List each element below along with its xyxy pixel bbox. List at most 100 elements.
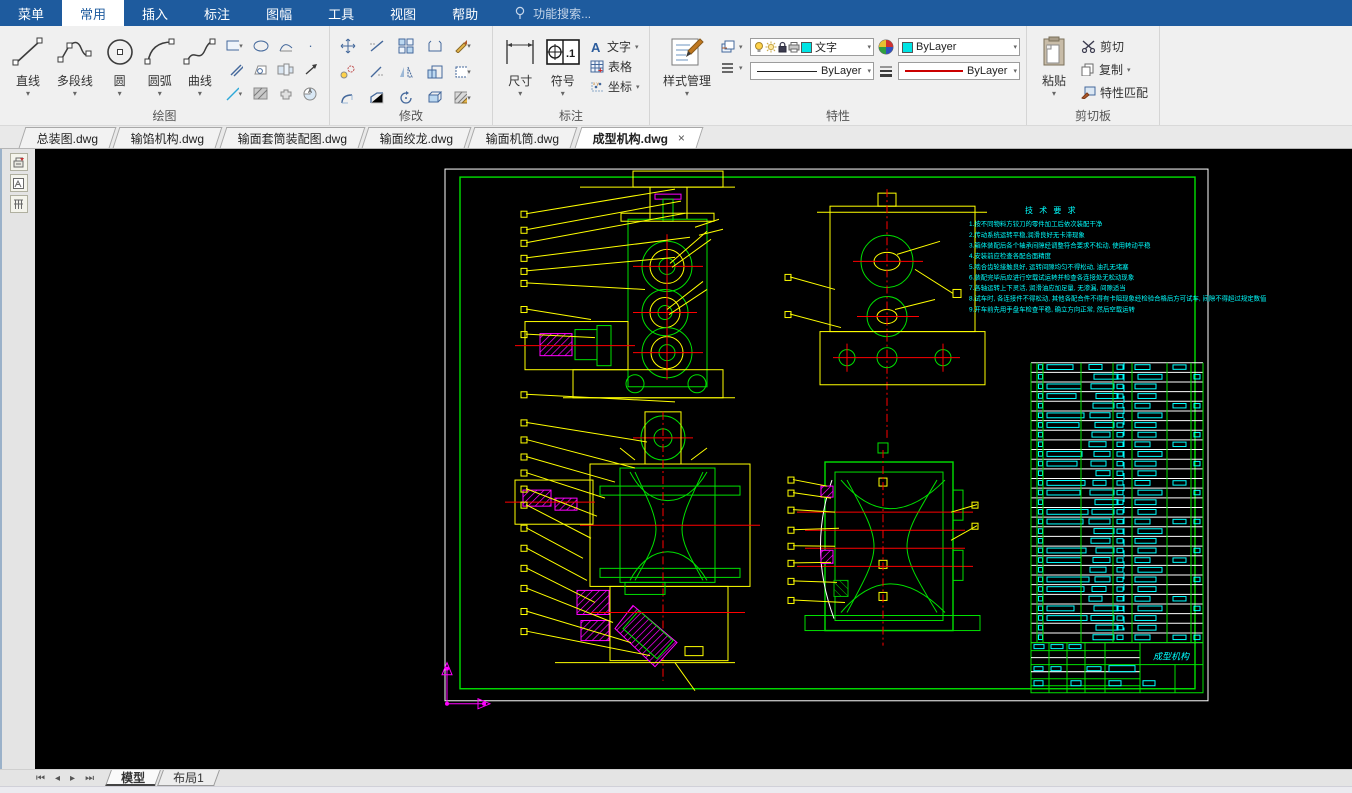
chevron-down-icon[interactable]: ▾	[561, 91, 565, 97]
break-icon[interactable]	[367, 36, 386, 55]
solid-icon[interactable]	[276, 60, 295, 79]
menu-item-view[interactable]: 视图	[372, 0, 434, 26]
svg-text:1.按不同物料方铰刀的零件加工后依次装配干净: 1.按不同物料方铰刀的零件加工后依次装配干净	[969, 219, 1103, 228]
match-properties-button[interactable]: 特性匹配	[1081, 84, 1148, 101]
chevron-down-icon[interactable]: ▾	[158, 91, 162, 97]
clip-icon[interactable]	[425, 36, 444, 55]
mirror-icon[interactable]	[396, 62, 415, 81]
lock-icon	[777, 41, 788, 53]
multiline-icon[interactable]	[226, 60, 245, 79]
construction-line-icon[interactable]: ▾	[226, 84, 245, 103]
array-icon[interactable]	[396, 36, 415, 55]
search-placeholder: 功能搜索...	[533, 5, 591, 22]
offset-icon[interactable]	[338, 62, 357, 81]
menu-item-insert[interactable]: 插入	[124, 0, 186, 26]
menu-item-help[interactable]: 帮助	[434, 0, 496, 26]
color-wheel-icon[interactable]	[878, 39, 894, 55]
next-tab-icon[interactable]: ▸	[70, 773, 75, 784]
explode-icon[interactable]: ▾	[454, 88, 473, 107]
edit-icon[interactable]: ▾	[454, 36, 473, 55]
doc-tab-shumianjitong[interactable]: 输面机筒.dwg	[468, 127, 578, 148]
doc-tab-shuxianjigou[interactable]: 输馅机构.dwg	[113, 127, 223, 148]
chevron-down-icon[interactable]: ▾	[1013, 67, 1017, 75]
function-search[interactable]: 功能搜索...	[514, 0, 591, 26]
chevron-down-icon[interactable]: ▾	[118, 91, 122, 97]
chevron-down-icon[interactable]: ▾	[1052, 91, 1056, 97]
polyline-button[interactable]: 多段线 ▾	[50, 30, 100, 108]
circle-button[interactable]: 圆 ▾	[100, 30, 140, 108]
cut-button[interactable]: 剪切	[1081, 38, 1148, 55]
3d-rotate-icon[interactable]	[425, 88, 444, 107]
chevron-down-icon[interactable]: ▾	[1013, 43, 1017, 51]
svg-text:x y: x y	[593, 81, 600, 86]
scale-icon[interactable]	[425, 62, 444, 81]
move-icon[interactable]	[338, 36, 357, 55]
style-manager-button[interactable]: 样式管理 ▾	[656, 30, 718, 108]
svg-text:6.装配完毕后应进行空载试运转并检查各连接处无松动现象: 6.装配完毕后应进行空载试运转并检查各连接处无松动现象	[969, 272, 1135, 281]
coordinate-button[interactable]: x y 坐标▾	[590, 78, 643, 95]
prev-tab-icon[interactable]: ◂	[55, 773, 60, 784]
arc-button[interactable]: 圆弧 ▾	[140, 30, 180, 108]
menu-item-tools[interactable]: 工具	[310, 0, 372, 26]
spline-button[interactable]: 曲线 ▾	[180, 30, 220, 108]
drawing-canvas[interactable]: 技 术 要 求1.按不同物料方铰刀的零件加工后依次装配干净2.传动系统运转平稳,…	[35, 149, 1352, 769]
linetype-manager-button[interactable]: ▾	[720, 62, 746, 74]
close-icon[interactable]: ×	[678, 131, 685, 145]
rectangle-icon[interactable]: ▾	[226, 36, 245, 55]
region-icon[interactable]	[251, 60, 270, 79]
menu-item-sheet[interactable]: 图幅	[248, 0, 310, 26]
last-tab-icon[interactable]: ⏭	[85, 773, 94, 784]
wipeout-icon[interactable]: A	[301, 84, 320, 103]
leader-icon[interactable]	[301, 60, 320, 79]
menu-item-annotate[interactable]: 标注	[186, 0, 248, 26]
dimension-button[interactable]: 尺寸 ▾	[499, 30, 541, 108]
hatch-icon[interactable]	[251, 84, 270, 103]
cad-drawing[interactable]: 技 术 要 求1.按不同物料方铰刀的零件加工后依次装配干净2.传动系统运转平稳,…	[35, 149, 1352, 769]
layer-tools-button[interactable]: ▾	[720, 40, 746, 54]
palette-tool-icon[interactable]	[10, 153, 28, 171]
search-icon	[514, 6, 526, 20]
table-button[interactable]: + 表格	[590, 58, 643, 75]
chevron-down-icon[interactable]: ▾	[685, 91, 689, 97]
chevron-down-icon[interactable]: ▾	[73, 91, 77, 97]
doc-tab-chengxingjigou[interactable]: 成型机构.dwg ×	[574, 127, 703, 148]
layer-combo[interactable]: 文字 ▾	[750, 38, 874, 56]
ellipse-icon[interactable]	[251, 36, 270, 55]
fillet-icon[interactable]	[338, 88, 357, 107]
layer-tools-icon	[720, 40, 735, 54]
point-icon[interactable]: ·	[301, 36, 320, 55]
fit-curve-icon[interactable]	[276, 36, 295, 55]
color-combo[interactable]: ByLayer ▾	[898, 38, 1020, 56]
paste-button[interactable]: 粘贴 ▾	[1033, 30, 1075, 108]
stretch-icon[interactable]: ▾	[454, 62, 473, 81]
block-icon[interactable]	[276, 84, 295, 103]
layout-tab-bar: ⏮ ◂ ▸ ⏭ 模型 布局1	[0, 769, 1352, 786]
chamfer-icon[interactable]	[367, 88, 386, 107]
lineweight-combo[interactable]: ByLayer ▾	[898, 62, 1020, 80]
doc-tab-shumiantaotong[interactable]: 输面套筒装配图.dwg	[219, 127, 365, 148]
extend-icon[interactable]	[367, 62, 386, 81]
symbol-button[interactable]: .1 符号 ▾	[541, 30, 583, 108]
palette-library-icon[interactable]	[10, 174, 28, 192]
palette-grid-icon[interactable]	[10, 195, 28, 213]
chevron-down-icon[interactable]: ▾	[867, 67, 871, 75]
linetype-combo[interactable]: ByLayer ▾	[750, 62, 874, 80]
menu-item-home[interactable]: 常用	[62, 0, 124, 26]
lineweight-icon[interactable]	[878, 64, 894, 78]
chevron-down-icon[interactable]: ▾	[26, 91, 30, 97]
text-button[interactable]: A 文字▾	[590, 38, 643, 55]
svg-text:5.啮合齿轮接触良好, 运转间隙均匀不得松动, 油孔无堵塞: 5.啮合齿轮接触良好, 运转间隙均匀不得松动, 油孔无堵塞	[969, 262, 1129, 271]
doc-tab-shumianjiaolong[interactable]: 输面绞龙.dwg	[362, 127, 472, 148]
copy-button[interactable]: 复制▾	[1081, 61, 1148, 78]
model-tab[interactable]: 模型	[105, 770, 161, 786]
layout1-tab[interactable]: 布局1	[157, 770, 220, 786]
chevron-down-icon[interactable]: ▾	[867, 43, 871, 51]
chevron-down-icon[interactable]: ▾	[518, 91, 522, 97]
doc-tab-zhuangtu[interactable]: 总装图.dwg	[19, 127, 117, 148]
first-tab-icon[interactable]: ⏮	[36, 773, 45, 784]
copy-label: 复制	[1099, 61, 1123, 78]
menu-item-menu[interactable]: 菜单	[0, 0, 62, 26]
line-button[interactable]: 直线 ▾	[6, 30, 50, 108]
rotate-icon[interactable]	[396, 88, 415, 107]
chevron-down-icon[interactable]: ▾	[198, 91, 202, 97]
